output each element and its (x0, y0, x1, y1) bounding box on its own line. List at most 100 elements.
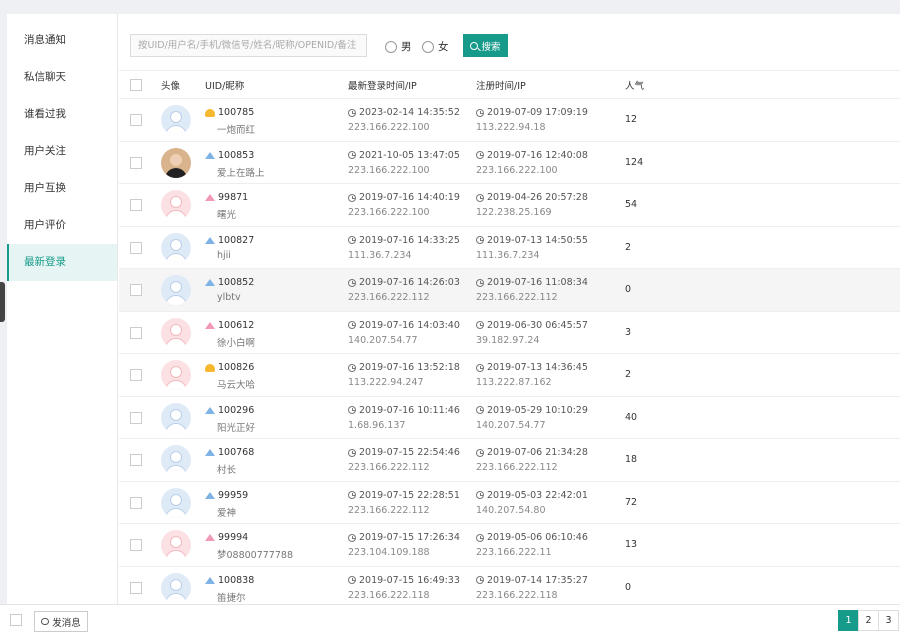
uid-cell: 100296 (205, 405, 254, 416)
avatar[interactable] (161, 232, 191, 263)
clock-icon (348, 236, 356, 244)
side-collapse-handle[interactable] (0, 282, 5, 322)
last-login-ip: 223.104.109.188 (348, 547, 430, 558)
sidebar-item[interactable]: 私信聊天 (7, 59, 117, 96)
avatar[interactable] (161, 147, 191, 178)
uid-text[interactable]: 100838 (218, 575, 254, 586)
avatar[interactable] (161, 530, 191, 560)
page-button[interactable]: 1 (838, 610, 859, 631)
avatar-body (165, 550, 187, 560)
row-checkbox[interactable] (130, 411, 142, 424)
uid-text[interactable]: 99994 (218, 532, 248, 543)
nickname-text: 徐小白啊 (217, 337, 256, 349)
uid-text[interactable]: 100785 (218, 107, 254, 118)
radio-circle-icon[interactable] (422, 40, 434, 53)
level-badge-icon (205, 576, 215, 584)
table-row[interactable]: 100612 徐小白啊 2019-07-16 14:03:40 140.207.54.… (119, 312, 900, 354)
popularity-value: 0 (625, 284, 632, 295)
page-button[interactable]: 3 (878, 610, 899, 631)
search-input[interactable] (130, 34, 367, 57)
clock-icon (476, 193, 484, 202)
sidebar-item[interactable]: 消息通知 (7, 22, 117, 59)
uid-text[interactable]: 100852 (218, 277, 254, 288)
avatar[interactable] (161, 572, 191, 603)
nickname-text: 一炮而红 (217, 125, 256, 136)
uid-text[interactable]: 99959 (218, 490, 248, 501)
clock-icon (476, 363, 484, 372)
table-row[interactable]: 100296 阳光正好 2019-07-16 10:11:46 1.68.96.137… (119, 397, 900, 439)
row-checkbox[interactable] (130, 284, 142, 296)
avatar[interactable] (161, 360, 191, 390)
avatar[interactable] (161, 445, 191, 475)
search-button[interactable]: 搜索 (463, 34, 508, 57)
uid-cell: 100827 (205, 235, 254, 246)
last-login-time-text: 2019-07-15 17:26:34 (359, 532, 460, 543)
clock-icon (476, 491, 484, 499)
avatar-body (165, 167, 187, 178)
row-checkbox[interactable] (130, 581, 142, 594)
sidebar-item[interactable]: 用户关注 (7, 133, 117, 170)
sidebar-item[interactable]: 最新登录 (7, 244, 117, 281)
table-row[interactable]: 100852 ylbtv 2019-07-16 14:26:03 223.166.22… (119, 269, 900, 312)
row-checkbox[interactable] (130, 114, 142, 126)
radio-female[interactable]: 女 (422, 39, 449, 54)
table-row[interactable]: 100826 马云大哈 2019-07-16 13:52:18 113.222.94.… (119, 354, 900, 397)
nickname-text: 爱神 (217, 507, 237, 519)
avatar-body (165, 252, 187, 263)
table-row[interactable]: 100785 一炮而红 2023-02-14 14:35:52 223.166.222… (119, 99, 900, 142)
uid-text[interactable]: 100768 (218, 447, 254, 458)
nickname-text: 曙光 (217, 210, 237, 221)
row-checkbox[interactable] (130, 199, 142, 211)
sidebar-item[interactable]: 用户评价 (7, 207, 117, 244)
row-checkbox[interactable] (130, 156, 142, 169)
avatar-head (170, 493, 182, 506)
register-time: 2019-07-16 12:40:08 (476, 150, 588, 161)
row-checkbox[interactable] (130, 369, 142, 381)
nickname-text: hjii (217, 249, 231, 261)
clock-icon (476, 576, 484, 584)
avatar[interactable] (161, 487, 191, 518)
uid-text[interactable]: 100612 (218, 320, 254, 331)
row-checkbox[interactable] (130, 539, 142, 551)
last-login-time: 2019-07-16 14:40:19 (348, 192, 460, 203)
radio-male[interactable]: 男 (385, 39, 412, 54)
sidebar: 消息通知 私信聊天 谁看过我 用户关注 用户互换 用户评价 最新登录 (7, 14, 118, 604)
row-checkbox[interactable] (130, 454, 142, 466)
uid-text[interactable]: 100853 (218, 150, 254, 161)
sidebar-item[interactable]: 用户互换 (7, 170, 117, 207)
avatar[interactable] (161, 317, 191, 348)
select-all-checkbox[interactable] (130, 79, 142, 91)
page-button[interactable]: 2 (858, 610, 879, 631)
avatar[interactable] (161, 402, 191, 433)
pagination: 123 (838, 610, 899, 631)
uid-cell: 99959 (205, 490, 248, 501)
table-row[interactable]: 100827 hjii 2019-07-16 14:33:25 111.36.7.23… (119, 227, 900, 269)
footer-select-all-checkbox[interactable] (10, 614, 22, 626)
last-login-time-text: 2019-07-16 14:26:03 (359, 277, 460, 288)
table-row[interactable]: 100768 村长 2019-07-15 22:54:46 223.166.222.1… (119, 439, 900, 482)
clock-icon (348, 108, 356, 117)
avatar[interactable] (161, 275, 191, 305)
row-checkbox[interactable] (130, 241, 142, 254)
popularity-value: 40 (625, 411, 638, 423)
last-login-ip: 223.166.222.112 (348, 504, 430, 516)
avatar[interactable] (161, 105, 191, 135)
table-row[interactable]: 99871 曙光 2019-07-16 14:40:19 223.166.222.10… (119, 184, 900, 227)
uid-text[interactable]: 99871 (218, 192, 248, 203)
table-row[interactable]: 99994 梦08800777788 2019-07-15 17:26:34 223.… (119, 524, 900, 567)
uid-text[interactable]: 100296 (218, 405, 254, 416)
register-ip: 223.166.222.112 (476, 292, 558, 303)
row-checkbox[interactable] (130, 326, 142, 339)
uid-text[interactable]: 100826 (218, 362, 254, 373)
sidebar-item[interactable]: 谁看过我 (7, 96, 117, 133)
row-checkbox[interactable] (130, 496, 142, 509)
last-login-time: 2019-07-16 14:03:40 (348, 320, 460, 331)
table-row[interactable]: 100853 爱上在路上 2021-10-05 13:47:05 223.166.22… (119, 142, 900, 184)
table-row[interactable]: 100838 笛捷尔 2019-07-15 16:49:33 223.166.222.… (119, 567, 900, 605)
uid-text[interactable]: 100827 (218, 235, 254, 246)
radio-circle-icon[interactable] (385, 40, 397, 53)
send-message-button[interactable]: 发消息 (34, 611, 88, 632)
table-row[interactable]: 99959 爱神 2019-07-15 22:28:51 223.166.222.11… (119, 482, 900, 524)
nickname-text: 笛捷尔 (217, 592, 246, 604)
avatar[interactable] (161, 190, 191, 220)
